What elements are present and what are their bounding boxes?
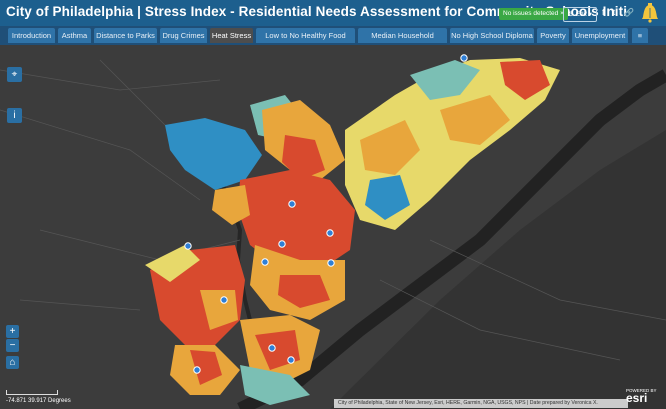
facebook-icon[interactable]: f xyxy=(602,8,604,18)
map-view[interactable] xyxy=(0,45,666,409)
esri-logo: POWERED BY esri xyxy=(626,388,657,405)
locate-icon[interactable]: ⌖ xyxy=(7,67,22,82)
scale-bar xyxy=(6,390,58,395)
issues-badge[interactable]: No issues detected × xyxy=(499,8,568,20)
map-attribution: City of Philadelphia, State of New Jerse… xyxy=(334,399,628,408)
school-marker xyxy=(220,296,228,304)
tab-unemployment[interactable]: Unemployment xyxy=(572,28,628,43)
tab-more-menu[interactable]: ≡ xyxy=(632,28,648,43)
coordinate-readout: -74.871 39.917 Degrees xyxy=(6,398,71,404)
info-icon[interactable]: i xyxy=(7,108,22,123)
school-marker xyxy=(268,344,276,352)
twitter-icon[interactable]: t xyxy=(613,8,615,18)
home-icon[interactable]: ⌂ xyxy=(6,356,19,369)
tab-distance-to-parks[interactable]: Distance to Parks xyxy=(94,28,157,43)
school-marker xyxy=(278,240,286,248)
tab-bar: Introduction Asthma Distance to Parks Dr… xyxy=(0,26,666,55)
tab-median-household-income[interactable]: Median Household Income xyxy=(358,28,447,55)
school-marker xyxy=(193,366,201,374)
zoom-out-button[interactable]: − xyxy=(6,339,19,352)
school-marker xyxy=(288,200,296,208)
edit-button[interactable]: ⚙ Edit ▾ xyxy=(563,7,597,22)
school-marker xyxy=(261,258,269,266)
app-header: City of Philadelphia | Stress Index - Re… xyxy=(0,0,666,26)
school-marker xyxy=(326,229,334,237)
school-marker xyxy=(327,259,335,267)
tab-healthy-food-access[interactable]: Low to No Healthy Food Access xyxy=(256,28,355,55)
link-icon[interactable]: 🔗 xyxy=(624,8,634,18)
tab-introduction[interactable]: Introduction xyxy=(8,28,55,43)
liberty-bell-logo-icon xyxy=(642,3,658,23)
school-marker xyxy=(184,242,192,250)
tab-no-high-school-diploma[interactable]: No High School Diploma xyxy=(450,28,534,43)
school-marker xyxy=(287,356,295,364)
school-marker xyxy=(460,54,468,62)
tab-heat-stress[interactable]: Heat Stress xyxy=(210,28,253,43)
tab-asthma[interactable]: Asthma xyxy=(58,28,91,43)
tab-drug-crimes[interactable]: Drug Crimes xyxy=(160,28,207,43)
tab-poverty[interactable]: Poverty xyxy=(537,28,569,43)
zoom-in-button[interactable]: + xyxy=(6,325,19,338)
